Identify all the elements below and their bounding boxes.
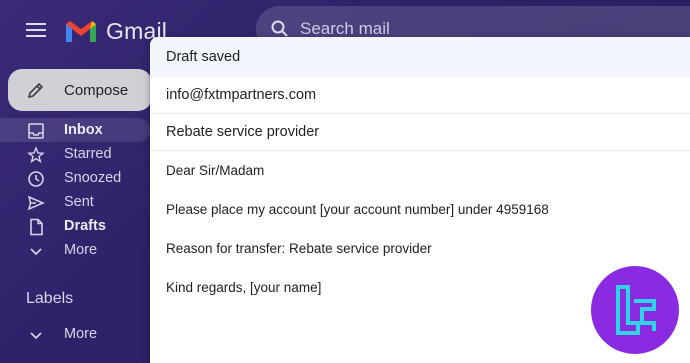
labels-more-item[interactable]: More — [0, 322, 150, 346]
chevron-down-icon — [30, 248, 42, 256]
recipient-value: info@fxtmpartners.com — [166, 87, 317, 103]
clock-icon — [28, 171, 44, 187]
sidebar-nav: Inbox Starred Snoozed Sent Drafts More — [0, 118, 150, 262]
search-icon[interactable] — [270, 19, 290, 39]
compose-header[interactable]: Draft saved — [150, 37, 690, 77]
brand-logo-badge — [591, 266, 679, 354]
sidebar-item-label: Drafts — [64, 218, 106, 234]
compose-status-title: Draft saved — [166, 49, 241, 65]
draft-icon — [30, 218, 43, 236]
sidebar-item-sent[interactable]: Sent — [0, 190, 150, 214]
sidebar-item-inbox[interactable]: Inbox — [0, 118, 150, 142]
labels-heading: Labels — [26, 290, 74, 307]
sidebar-item-more[interactable]: More — [0, 238, 150, 262]
hamburger-icon — [26, 23, 46, 37]
sidebar-item-starred[interactable]: Starred — [0, 142, 150, 166]
compose-label: Compose — [64, 81, 129, 99]
send-icon — [27, 195, 45, 211]
star-icon — [27, 146, 45, 164]
labels-more-label: More — [64, 326, 98, 342]
recipient-field[interactable]: info@fxtmpartners.com — [150, 77, 690, 114]
sidebar-item-label: Inbox — [64, 122, 103, 138]
inbox-icon — [28, 123, 44, 139]
subject-field[interactable]: Rebate service provider — [150, 114, 690, 151]
pencil-icon — [27, 82, 44, 99]
sidebar-item-label: Sent — [64, 194, 94, 210]
body-line: Dear Sir/Madam — [166, 163, 265, 178]
sidebar-item-label: Starred — [64, 146, 112, 162]
chevron-down-icon — [30, 332, 42, 340]
main-menu-button[interactable] — [22, 18, 50, 42]
gmail-m-icon — [66, 21, 96, 42]
subject-value: Rebate service provider — [166, 124, 320, 140]
body-line: Please place my account [your account nu… — [166, 202, 549, 217]
sidebar-item-snoozed[interactable]: Snoozed — [0, 166, 150, 190]
sidebar-item-drafts[interactable]: Drafts — [0, 214, 150, 238]
sidebar-item-label: Snoozed — [64, 170, 122, 186]
compose-button[interactable]: Compose — [8, 69, 152, 111]
sidebar-item-label: More — [64, 242, 98, 258]
